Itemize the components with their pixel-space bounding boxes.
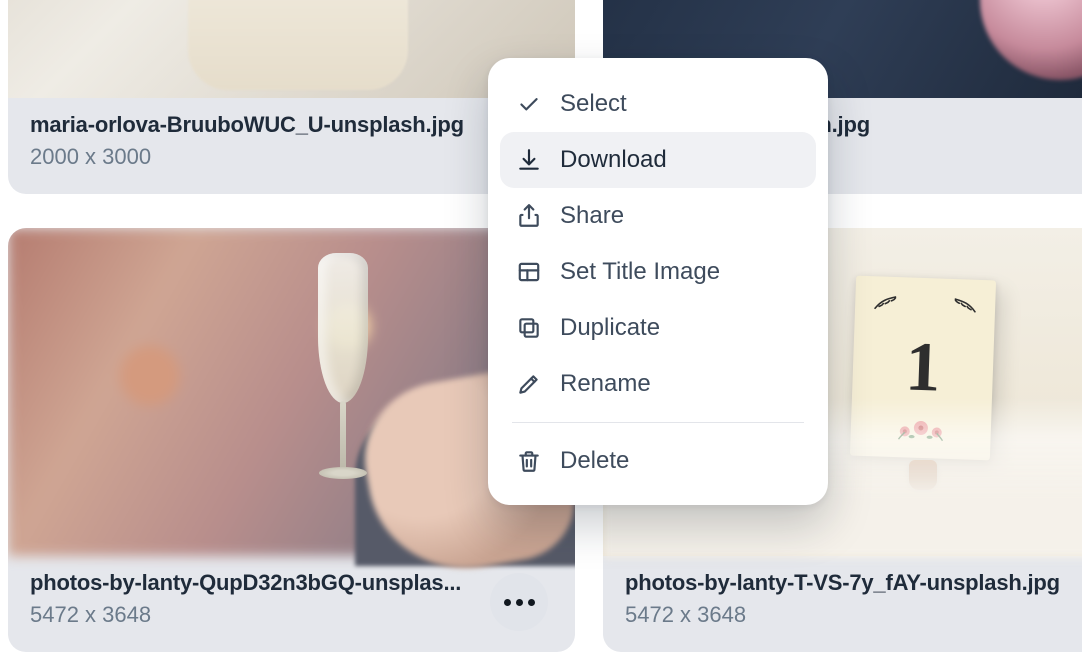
duplicate-icon (516, 315, 542, 341)
photo-dimensions: 5472 x 3648 (30, 602, 553, 628)
photo-filename: photos-by-lanty-T-VS-7y_fAY-unsplash.jpg (625, 570, 1082, 596)
menu-item-download[interactable]: Download (500, 132, 816, 188)
photo-filename: photos-by-lanty-QupD32n3bGQ-unsplas... (30, 570, 553, 596)
menu-item-select[interactable]: Select (500, 76, 816, 132)
download-icon (516, 147, 542, 173)
trash-icon (516, 448, 542, 474)
photo-dimensions: 5472 x 3648 (625, 602, 1082, 628)
context-menu: Select Download Share Set Title Image (488, 58, 828, 505)
menu-item-label: Set Title Image (560, 258, 720, 286)
menu-item-set-title-image[interactable]: Set Title Image (500, 244, 816, 300)
photo-dimensions: 2000 x 3000 (30, 144, 553, 170)
table-number-card: 1 (850, 276, 996, 461)
menu-item-share[interactable]: Share (500, 188, 816, 244)
more-icon (516, 599, 523, 606)
menu-item-delete[interactable]: Delete (500, 433, 816, 489)
menu-item-label: Download (560, 146, 667, 174)
menu-item-duplicate[interactable]: Duplicate (500, 300, 816, 356)
share-icon (516, 203, 542, 229)
gallery-viewport: maria-orlova-BruuboWUC_U-unsplash.jpg 20… (0, 0, 1082, 662)
check-icon (516, 91, 542, 117)
photo-filename: maria-orlova-BruuboWUC_U-unsplash.jpg (30, 112, 553, 138)
menu-item-label: Select (560, 90, 627, 118)
more-options-button[interactable] (490, 573, 548, 631)
more-icon (504, 599, 511, 606)
menu-item-label: Share (560, 202, 624, 230)
layout-icon (516, 259, 542, 285)
menu-divider (512, 422, 804, 423)
pencil-icon (516, 371, 542, 397)
menu-item-rename[interactable]: Rename (500, 356, 816, 412)
more-icon (528, 599, 535, 606)
menu-item-label: Duplicate (560, 314, 660, 342)
table-number: 1 (852, 326, 995, 411)
menu-item-label: Delete (560, 447, 629, 475)
menu-item-label: Rename (560, 370, 651, 398)
